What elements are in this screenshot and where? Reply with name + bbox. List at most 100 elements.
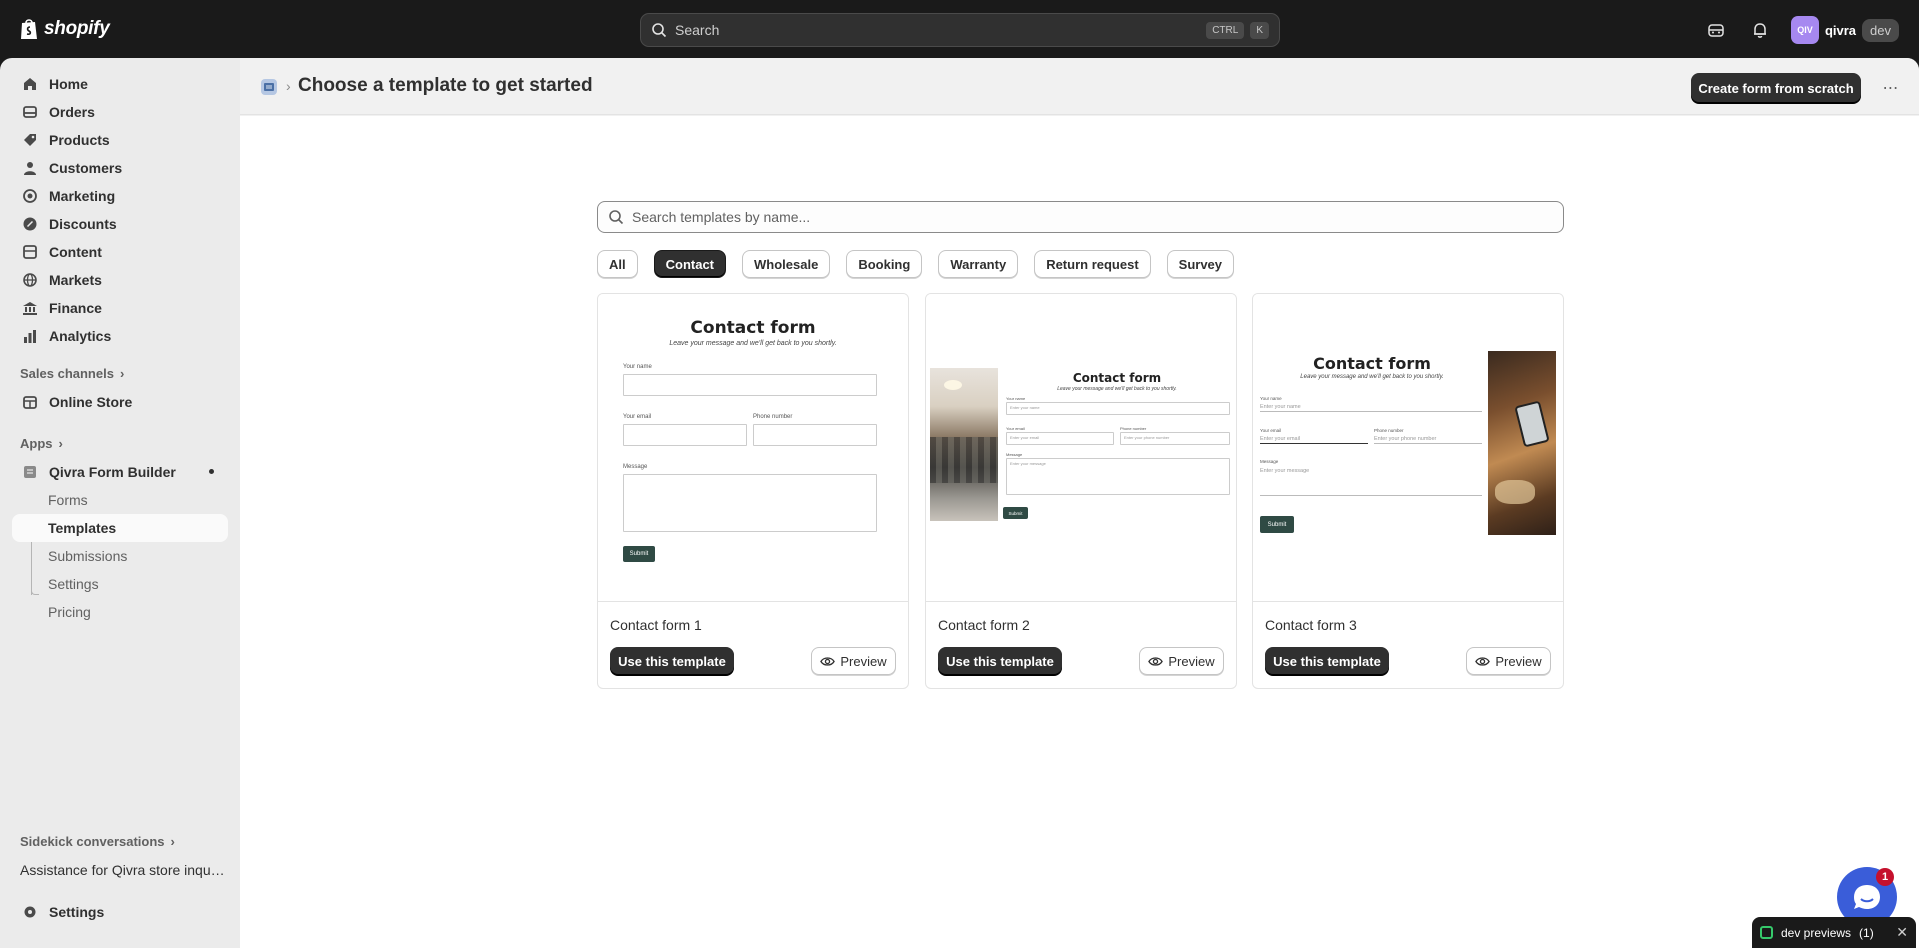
mini-form-placeholder: Enter your name — [1010, 405, 1040, 410]
app-icon — [22, 464, 38, 480]
filter-return-request[interactable]: Return request — [1034, 250, 1151, 278]
template-title: Contact form 1 — [610, 617, 702, 633]
template-preview-image[interactable]: Contact form Leave your message and we'l… — [926, 294, 1236, 602]
preview-label: Preview — [840, 653, 887, 669]
template-card: Contact form Leave your message and we'l… — [597, 293, 909, 689]
shortcut-ctrl: CTRL — [1206, 21, 1245, 39]
sidekick-label: Sidekick conversations — [20, 834, 165, 849]
mini-form-submit: Submit — [1260, 516, 1294, 533]
sidebar-item-label: Markets — [49, 272, 102, 288]
sidebar-item-settings[interactable]: Settings — [12, 898, 228, 926]
sidekick-icon[interactable] — [1703, 17, 1729, 43]
mini-form-label: Phone number — [753, 414, 793, 420]
preview-button[interactable]: Preview — [1466, 647, 1551, 675]
sidebar-item-label: Orders — [49, 104, 95, 120]
brand-name: shopify — [44, 18, 110, 39]
filter-all[interactable]: All — [597, 250, 638, 278]
eye-icon — [1148, 656, 1164, 666]
mini-form-label: Message — [623, 464, 648, 470]
sidebar-item-templates[interactable]: Templates — [12, 514, 228, 542]
apps-label: Apps — [20, 436, 53, 451]
chevron-right-icon: › — [170, 834, 175, 849]
sidebar-item-online-store[interactable]: Online Store — [12, 388, 228, 416]
account-name: qivra — [1824, 22, 1857, 38]
content-icon — [22, 244, 38, 260]
sidebar-item-home[interactable]: Home — [12, 70, 228, 98]
template-title: Contact form 2 — [938, 617, 1030, 633]
close-icon[interactable]: ✕ — [1896, 924, 1908, 941]
filter-warranty[interactable]: Warranty — [938, 250, 1019, 278]
orders-icon — [22, 104, 38, 120]
mini-form-subtitle: Leave your message and we'll get back to… — [1057, 386, 1177, 392]
mini-form-subtitle: Leave your message and we'll get back to… — [1300, 374, 1444, 380]
sidebar-item-app[interactable]: Qivra Form Builder — [12, 458, 228, 486]
shopify-logo[interactable]: shopify — [19, 17, 110, 41]
filter-wholesale[interactable]: Wholesale — [742, 250, 831, 278]
sidebar-item-finance[interactable]: Finance — [12, 294, 228, 322]
template-search-input[interactable]: Search templates by name... — [597, 201, 1564, 233]
mini-form-submit: Submit — [623, 546, 655, 562]
sidebar-item-content[interactable]: Content — [12, 238, 228, 266]
template-preview-image[interactable]: Contact form Leave your message and we'l… — [598, 294, 908, 602]
preview-button[interactable]: Preview — [1139, 647, 1224, 675]
create-from-scratch-button[interactable]: Create form from scratch — [1691, 73, 1861, 103]
template-card: Contact form Leave your message and we'l… — [1252, 293, 1564, 689]
mini-form-placeholder: Enter your phone number — [1374, 436, 1437, 442]
mini-form-placeholder: Enter your email — [1260, 436, 1301, 442]
use-template-button[interactable]: Use this template — [610, 647, 734, 675]
sidebar-item-forms[interactable]: Forms — [12, 486, 228, 514]
sidebar-item-label: Products — [49, 132, 110, 148]
app-breadcrumb-icon[interactable] — [260, 78, 278, 96]
template-search-placeholder: Search templates by name... — [632, 209, 811, 225]
sidekick-conversation-item[interactable]: Assistance for Qivra store inquiries — [20, 862, 225, 878]
store-icon — [22, 394, 38, 410]
filter-booking[interactable]: Booking — [846, 250, 923, 278]
use-template-button[interactable]: Use this template — [938, 647, 1062, 675]
preview-button[interactable]: Preview — [811, 647, 896, 675]
sidebar-item-label: Discounts — [49, 216, 117, 232]
sidebar-item-settings-app[interactable]: Settings — [12, 570, 228, 598]
filter-survey[interactable]: Survey — [1166, 250, 1235, 278]
sidebar: Home Orders Products Customers Marketing… — [0, 58, 240, 948]
sidebar-item-marketing[interactable]: Marketing — [12, 182, 228, 210]
sidebar-item-customers[interactable]: Customers — [12, 154, 228, 182]
template-preview-image[interactable]: Contact form Leave your message and we'l… — [1253, 294, 1563, 602]
mini-form-label: Phone number — [1120, 426, 1147, 431]
sidebar-item-label: Marketing — [49, 188, 116, 204]
mini-form-title: Contact form — [1313, 354, 1431, 373]
sidebar-item-submissions[interactable]: Submissions — [12, 542, 228, 570]
sidebar-item-markets[interactable]: Markets — [12, 266, 228, 294]
use-template-button[interactable]: Use this template — [1265, 647, 1389, 675]
phone-photo — [1488, 351, 1556, 535]
chart-icon — [22, 328, 38, 344]
sidebar-item-label: Online Store — [49, 394, 133, 410]
tag-icon — [22, 132, 38, 148]
account-menu[interactable]: QIV qivra dev — [1790, 16, 1899, 44]
unread-dot — [209, 469, 214, 474]
bell-icon[interactable] — [1747, 17, 1773, 43]
sales-channels-header[interactable]: Sales channels › — [20, 366, 124, 381]
sidebar-item-discounts[interactable]: Discounts — [12, 210, 228, 238]
dev-previews-bar[interactable]: dev previews (1) ✕ — [1752, 917, 1916, 948]
sidebar-item-analytics[interactable]: Analytics — [12, 322, 228, 350]
office-photo — [930, 368, 998, 521]
sidebar-item-orders[interactable]: Orders — [12, 98, 228, 126]
dev-previews-label: dev previews — [1781, 925, 1852, 940]
mini-form-placeholder: Enter your phone number — [1124, 435, 1170, 440]
sidebar-item-pricing[interactable]: Pricing — [12, 598, 228, 626]
mini-form-label: Your email — [1260, 428, 1282, 433]
chat-badge: 1 — [1876, 868, 1894, 886]
filter-contact[interactable]: Contact — [653, 250, 727, 278]
chat-icon — [1854, 885, 1880, 909]
apps-header[interactable]: Apps › — [20, 436, 63, 451]
more-actions-icon[interactable]: ⋯ — [1876, 73, 1906, 103]
sidekick-conversations-header[interactable]: Sidekick conversations › — [20, 834, 175, 849]
mini-form-label: Your name — [1260, 396, 1282, 401]
sales-channels-label: Sales channels — [20, 366, 114, 381]
preview-icon — [1760, 926, 1773, 939]
sidebar-item-products[interactable]: Products — [12, 126, 228, 154]
mini-form-label: Your email — [623, 414, 652, 420]
person-icon — [22, 160, 38, 176]
templates-content: Search templates by name... All Contact … — [240, 116, 1919, 948]
global-search[interactable]: Search CTRL K — [640, 13, 1280, 47]
